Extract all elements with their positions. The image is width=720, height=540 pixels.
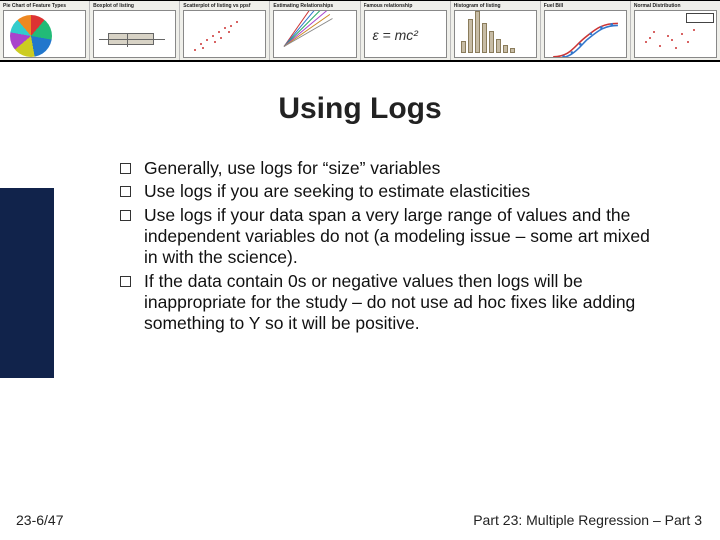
thumb-histogram: Histogram of listing (451, 1, 541, 60)
bullet-item: If the data contain 0s or negative value… (118, 271, 662, 335)
thumbnail-banner: Pie Chart of Feature Types Boxplot of li… (0, 0, 720, 62)
line-fan-icon (278, 15, 351, 53)
slide-footer: 23-6/47 Part 23: Multiple Regression – P… (16, 512, 702, 528)
slide-title: Using Logs (0, 92, 720, 126)
histogram-icon (454, 10, 537, 58)
bullet-item: Generally, use logs for “size” variables (118, 158, 662, 179)
thumb-equation: Famous relationship ε = mc² (361, 1, 451, 60)
thumb-scurve: Fuel Bill (541, 1, 631, 60)
thumb-title: Scatterplot of listing vs ppsf (183, 3, 266, 9)
thumb-title: Histogram of listing (454, 3, 537, 9)
thumb-residuals: Normal Distribution (631, 1, 720, 60)
part-label: Part 23: Multiple Regression – Part 3 (473, 512, 702, 528)
slide-body: Using Logs Generally, use logs for “size… (0, 62, 720, 540)
thumb-lines: Estimating Relationships (270, 1, 360, 60)
page-number: 23-6/47 (16, 512, 63, 528)
thumb-title: Famous relationship (364, 3, 447, 9)
thumb-boxplot: Boxplot of listing (90, 1, 180, 60)
thumb-title: Normal Distribution (634, 3, 717, 9)
accent-bar (0, 188, 54, 378)
bullet-list: Generally, use logs for “size” variables… (118, 158, 662, 337)
scatter-icon (183, 10, 266, 58)
residuals-icon (634, 10, 717, 58)
thumb-scatter: Scatterplot of listing vs ppsf (180, 1, 270, 60)
scurve-icon (549, 15, 622, 58)
thumb-title: Boxplot of listing (93, 3, 176, 9)
equation-text: ε = mc² (373, 27, 418, 43)
boxplot-icon (108, 33, 154, 45)
thumb-title: Estimating Relationships (273, 3, 356, 9)
thumb-title: Pie Chart of Feature Types (3, 3, 86, 9)
thumb-title: Fuel Bill (544, 3, 627, 9)
pie-chart-icon (10, 15, 52, 57)
thumb-pie: Pie Chart of Feature Types (0, 1, 90, 60)
bullet-item: Use logs if your data span a very large … (118, 205, 662, 269)
bullet-item: Use logs if you are seeking to estimate … (118, 181, 662, 202)
